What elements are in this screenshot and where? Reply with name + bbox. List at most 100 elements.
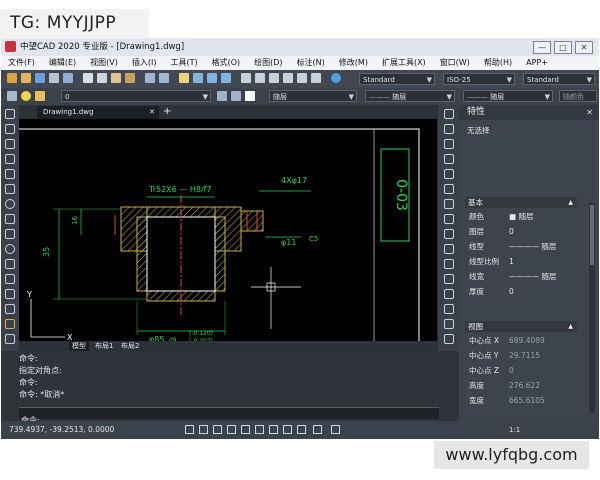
array-icon[interactable] [444,169,454,179]
rectangle-icon[interactable] [5,169,15,179]
command-input[interactable]: 命令: [19,407,439,425]
zoom-window-icon[interactable] [207,73,217,83]
settings-gear-icon[interactable] [313,425,322,434]
revision-cloud-icon[interactable] [5,214,15,224]
menu-view[interactable]: 视图(V) [83,56,125,70]
save-icon[interactable] [35,73,45,83]
prop-row[interactable]: 线型 ———— 随层 [467,239,577,254]
layer-manager-icon[interactable] [7,91,17,101]
prop-row[interactable]: 颜色 ■ 随层 [467,209,577,224]
calculator-icon[interactable] [311,73,321,83]
plot-style-combo[interactable]: 随颜色 [559,90,597,102]
layer-on-bulb-icon[interactable] [21,91,31,101]
join-icon[interactable] [444,289,454,299]
rotate-icon[interactable] [444,199,454,209]
status-menu-icon[interactable] [331,425,340,434]
dim-style-combo[interactable]: ISO-25 ▼ [443,73,515,85]
properties-icon[interactable] [241,73,251,83]
snap-grid-icon[interactable] [185,425,194,434]
fillet-icon[interactable] [444,319,454,329]
extend-icon[interactable] [444,259,454,269]
menu-file[interactable]: 文件(F) [1,56,42,70]
maximize-button[interactable]: □ [554,41,572,54]
text-style-combo[interactable]: Standard ▼ [359,73,435,85]
ellipse-arc-icon[interactable] [5,259,15,269]
selection-dropdown[interactable]: 无选择 [467,125,490,136]
menu-app[interactable]: APP+ [519,56,555,70]
print-icon[interactable] [49,73,59,83]
prop-row[interactable]: 线宽 ———— 随层 [467,269,577,284]
construction-line-icon[interactable] [5,124,15,134]
prop-row[interactable]: 线型比例 1 [467,254,577,269]
close-icon[interactable]: ✕ [586,105,593,120]
hatch-icon[interactable] [5,319,15,329]
make-block-icon[interactable] [5,289,15,299]
table-style-combo[interactable]: Standard ▼ [523,73,595,85]
prop-row[interactable]: 图层 0 [467,224,577,239]
sheet-set-icon[interactable] [283,73,293,83]
circle-icon[interactable] [5,199,15,209]
linetype-combo[interactable]: ——— 随层 ▼ [365,90,455,102]
polyline-icon[interactable] [5,139,15,149]
match-properties-icon[interactable] [125,73,135,83]
menu-help[interactable]: 帮助(H) [477,56,519,70]
region-icon[interactable] [5,334,15,344]
layer-previous-icon[interactable] [231,91,241,101]
erase-icon[interactable] [444,109,454,119]
lineweight-combo[interactable]: ——— 随层 ▼ [463,90,553,102]
line-icon[interactable] [5,109,15,119]
minimize-button[interactable]: — [533,41,551,54]
redo-icon[interactable] [159,73,169,83]
pan-icon[interactable] [179,73,189,83]
object-snap-tracking-icon[interactable] [255,425,264,434]
menu-extensions[interactable]: 扩展工具(X) [375,56,433,70]
break-icon[interactable] [444,274,454,284]
prop-row[interactable]: 中心点 Y 29.7115 [467,348,577,363]
stretch-icon[interactable] [444,229,454,239]
prop-row[interactable]: 厚度 0 [467,284,577,299]
menu-tools[interactable]: 工具(T) [163,56,204,70]
scrollbar-thumb[interactable] [590,205,594,265]
section-basic[interactable]: 基本 ▲ [465,197,577,208]
dynamic-ucs-icon[interactable] [269,425,278,434]
scale-icon[interactable] [444,214,454,224]
markup-icon[interactable] [297,73,307,83]
design-center-icon[interactable] [255,73,265,83]
print-preview-icon[interactable] [63,73,73,83]
object-snap-icon[interactable] [241,425,250,434]
new-tab-plus-icon[interactable]: + [163,105,171,119]
open-folder-icon[interactable] [21,73,31,83]
copy-icon[interactable] [97,73,107,83]
new-file-icon[interactable] [7,73,17,83]
mirror-icon[interactable] [444,139,454,149]
menu-edit[interactable]: 编辑(E) [42,56,83,70]
dynamic-input-icon[interactable] [283,425,292,434]
menu-modify[interactable]: 修改(M) [332,56,375,70]
ellipse-icon[interactable] [5,244,15,254]
menu-window[interactable]: 窗口(W) [433,56,477,70]
chamfer-icon[interactable] [444,304,454,314]
polygon-icon[interactable] [5,154,15,164]
zoom-realtime-icon[interactable] [193,73,203,83]
trim-icon[interactable] [444,244,454,254]
ortho-icon[interactable] [213,425,222,434]
make-current-layer-icon[interactable] [217,91,227,101]
undo-icon[interactable] [145,73,155,83]
cut-icon[interactable] [83,73,93,83]
close-window-button[interactable]: ✕ [575,41,593,54]
menu-insert[interactable]: 插入(I) [125,56,164,70]
arc-icon[interactable] [5,184,15,194]
move-icon[interactable] [444,184,454,194]
annotation-scale[interactable]: 1:1 [509,421,520,439]
prop-row[interactable]: 高度 276.622 [467,378,577,393]
grid-display-icon[interactable] [199,425,208,434]
tool-palette-icon[interactable] [269,73,279,83]
drawing-canvas[interactable]: 0-03 Tr52X6 — H8/f7 4Xφ17 φ11 C5 35 16 φ… [19,119,437,348]
spline-icon[interactable] [5,229,15,239]
color-combo[interactable]: 随层 ▼ [269,90,357,102]
prop-row[interactable]: 宽度 665.6105 [467,393,577,408]
close-icon[interactable]: ✕ [149,106,155,119]
zoom-previous-icon[interactable] [221,73,231,83]
properties-scrollbar[interactable] [589,203,595,413]
layer-sun-icon[interactable] [35,91,45,101]
